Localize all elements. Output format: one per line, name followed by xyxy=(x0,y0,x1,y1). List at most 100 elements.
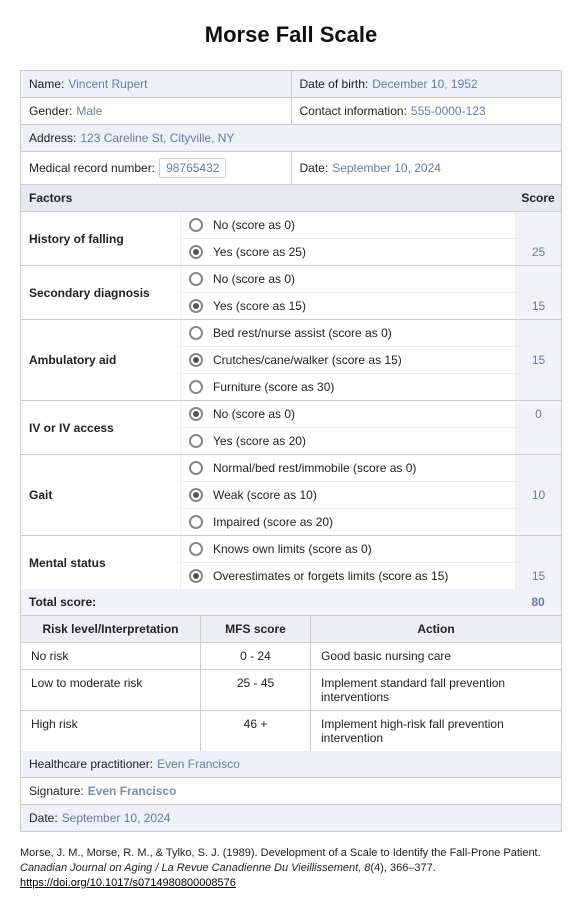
factor-option-score xyxy=(515,509,561,535)
factor-option[interactable]: Yes (score as 15) xyxy=(181,293,515,319)
gender-label: Gender: xyxy=(29,104,72,118)
factor-option-row: Furniture (score as 30) xyxy=(181,374,561,400)
factor-option-row: Yes (score as 15)15 xyxy=(181,293,561,319)
factor-option-score xyxy=(515,428,561,454)
factor-option-row: No (score as 0) xyxy=(181,212,561,239)
contact-field: Contact information: 555-0000-123 xyxy=(292,98,562,124)
dob-field: Date of birth: December 10, 1952 xyxy=(292,71,562,97)
signoff-date-value[interactable]: September 10, 2024 xyxy=(62,811,171,825)
factor-option-row: Normal/bed rest/immobile (score as 0) xyxy=(181,455,561,482)
risk-level: Low to moderate risk xyxy=(21,670,201,710)
factor-block: Gait Normal/bed rest/immobile (score as 0… xyxy=(21,455,561,536)
name-field: Name: Vincent Rupert xyxy=(21,71,292,97)
factor-option[interactable]: No (score as 0) xyxy=(181,401,515,427)
factor-label: Secondary diagnosis xyxy=(21,266,181,319)
radio-icon[interactable] xyxy=(189,488,203,502)
factor-option-score xyxy=(515,320,561,346)
contact-value[interactable]: 555-0000-123 xyxy=(411,104,486,118)
practitioner-value[interactable]: Even Francisco xyxy=(157,757,240,771)
factor-option[interactable]: Yes (score as 20) xyxy=(181,428,515,454)
address-value[interactable]: 123 Careline St, Cityville, NY xyxy=(80,131,234,145)
factor-option-score: 0 xyxy=(515,401,561,427)
factor-option[interactable]: Overestimates or forgets limits (score a… xyxy=(181,563,515,589)
factor-option-score xyxy=(515,374,561,400)
factor-label: Gait xyxy=(21,455,181,535)
mrn-label: Medical record number: xyxy=(29,161,155,175)
factor-block: Mental statusKnows own limits (score as … xyxy=(21,536,561,589)
factor-option-label: Overestimates or forgets limits (score a… xyxy=(213,569,448,583)
radio-icon[interactable] xyxy=(189,515,203,529)
name-value[interactable]: Vincent Rupert xyxy=(68,77,147,91)
factor-option[interactable]: Impaired (score as 20) xyxy=(181,509,515,535)
factor-option-label: Impaired (score as 20) xyxy=(213,515,333,529)
factor-option[interactable]: Furniture (score as 30) xyxy=(181,374,515,400)
factor-option-row: No (score as 0) xyxy=(181,266,561,293)
factor-option[interactable]: Crutches/cane/walker (score as 15) xyxy=(181,347,515,373)
factor-option[interactable]: No (score as 0) xyxy=(181,266,515,292)
factor-option-score: 25 xyxy=(515,239,561,265)
signoff-date-label: Date: xyxy=(29,811,58,825)
radio-icon[interactable] xyxy=(189,353,203,367)
signature-label: Signature: xyxy=(29,784,84,798)
factor-option-label: Crutches/cane/walker (score as 15) xyxy=(213,353,402,367)
factor-option-score xyxy=(515,536,561,562)
assess-date-label: Date: xyxy=(300,161,329,175)
radio-icon[interactable] xyxy=(189,218,203,232)
factor-option-label: No (score as 0) xyxy=(213,272,295,286)
radio-icon[interactable] xyxy=(189,299,203,313)
assess-date-value[interactable]: September 10, 2024 xyxy=(332,161,441,175)
dob-value[interactable]: December 10, 1952 xyxy=(372,77,477,91)
risk-action: Implement high-risk fall prevention inte… xyxy=(311,711,561,751)
risk-action: Implement standard fall prevention inter… xyxy=(311,670,561,710)
signature-value[interactable]: Even Francisco xyxy=(88,784,177,798)
factor-option-row: Bed rest/nurse assist (score as 0) xyxy=(181,320,561,347)
factor-option-row: Knows own limits (score as 0) xyxy=(181,536,561,563)
radio-icon[interactable] xyxy=(189,569,203,583)
signature-field: Signature: Even Francisco xyxy=(21,778,561,804)
factor-option[interactable]: Bed rest/nurse assist (score as 0) xyxy=(181,320,515,346)
factor-label: Ambulatory aid xyxy=(21,320,181,400)
risk-mfs: 0 - 24 xyxy=(201,643,311,669)
citation: Morse, J. M., Morse, R. M., & Tylko, S. … xyxy=(20,846,562,891)
risk-row: No risk0 - 24Good basic nursing care xyxy=(21,643,561,670)
gender-value[interactable]: Male xyxy=(76,104,102,118)
factor-option[interactable]: No (score as 0) xyxy=(181,212,515,238)
mrn-value[interactable]: 98765432 xyxy=(159,158,226,178)
factor-option[interactable]: Knows own limits (score as 0) xyxy=(181,536,515,562)
practitioner-label: Healthcare practitioner: xyxy=(29,757,153,771)
page-title: Morse Fall Scale xyxy=(20,22,562,48)
citation-authors: Morse, J. M., Morse, R. M., & Tylko, S. … xyxy=(20,847,541,859)
radio-icon[interactable] xyxy=(189,380,203,394)
factor-label: IV or IV access xyxy=(21,401,181,454)
citation-doi[interactable]: https://doi.org/10.1017/s071498080000857… xyxy=(20,877,236,889)
factor-option-label: Furniture (score as 30) xyxy=(213,380,334,394)
risk-header-action: Action xyxy=(311,616,561,642)
radio-icon[interactable] xyxy=(189,407,203,421)
factor-option-row: Overestimates or forgets limits (score a… xyxy=(181,563,561,589)
factor-option[interactable]: Normal/bed rest/immobile (score as 0) xyxy=(181,455,515,481)
risk-row: Low to moderate risk25 - 45Implement sta… xyxy=(21,670,561,711)
contact-label: Contact information: xyxy=(300,104,407,118)
signoff-date-field: Date: September 10, 2024 xyxy=(21,805,561,831)
practitioner-field: Healthcare practitioner: Even Francisco xyxy=(21,751,561,777)
factor-option-label: Normal/bed rest/immobile (score as 0) xyxy=(213,461,416,475)
gender-field: Gender: Male xyxy=(21,98,292,124)
factor-option-score xyxy=(515,212,561,238)
citation-rest: (4), 366–377. xyxy=(370,862,435,874)
radio-icon[interactable] xyxy=(189,272,203,286)
factor-option-row: Weak (score as 10)10 xyxy=(181,482,561,509)
factor-option-score: 15 xyxy=(515,563,561,589)
form-container: Name: Vincent Rupert Date of birth: Dece… xyxy=(20,70,562,832)
risk-mfs: 25 - 45 xyxy=(201,670,311,710)
factor-option[interactable]: Weak (score as 10) xyxy=(181,482,515,508)
radio-icon[interactable] xyxy=(189,542,203,556)
factors-header-label: Factors xyxy=(21,185,515,211)
radio-icon[interactable] xyxy=(189,326,203,340)
factor-option-row: Yes (score as 20) xyxy=(181,428,561,454)
radio-icon[interactable] xyxy=(189,245,203,259)
factor-option[interactable]: Yes (score as 25) xyxy=(181,239,515,265)
assess-date-field: Date: September 10, 2024 xyxy=(292,152,562,184)
factor-block: IV or IV accessNo (score as 0)0Yes (scor… xyxy=(21,401,561,455)
radio-icon[interactable] xyxy=(189,461,203,475)
radio-icon[interactable] xyxy=(189,434,203,448)
